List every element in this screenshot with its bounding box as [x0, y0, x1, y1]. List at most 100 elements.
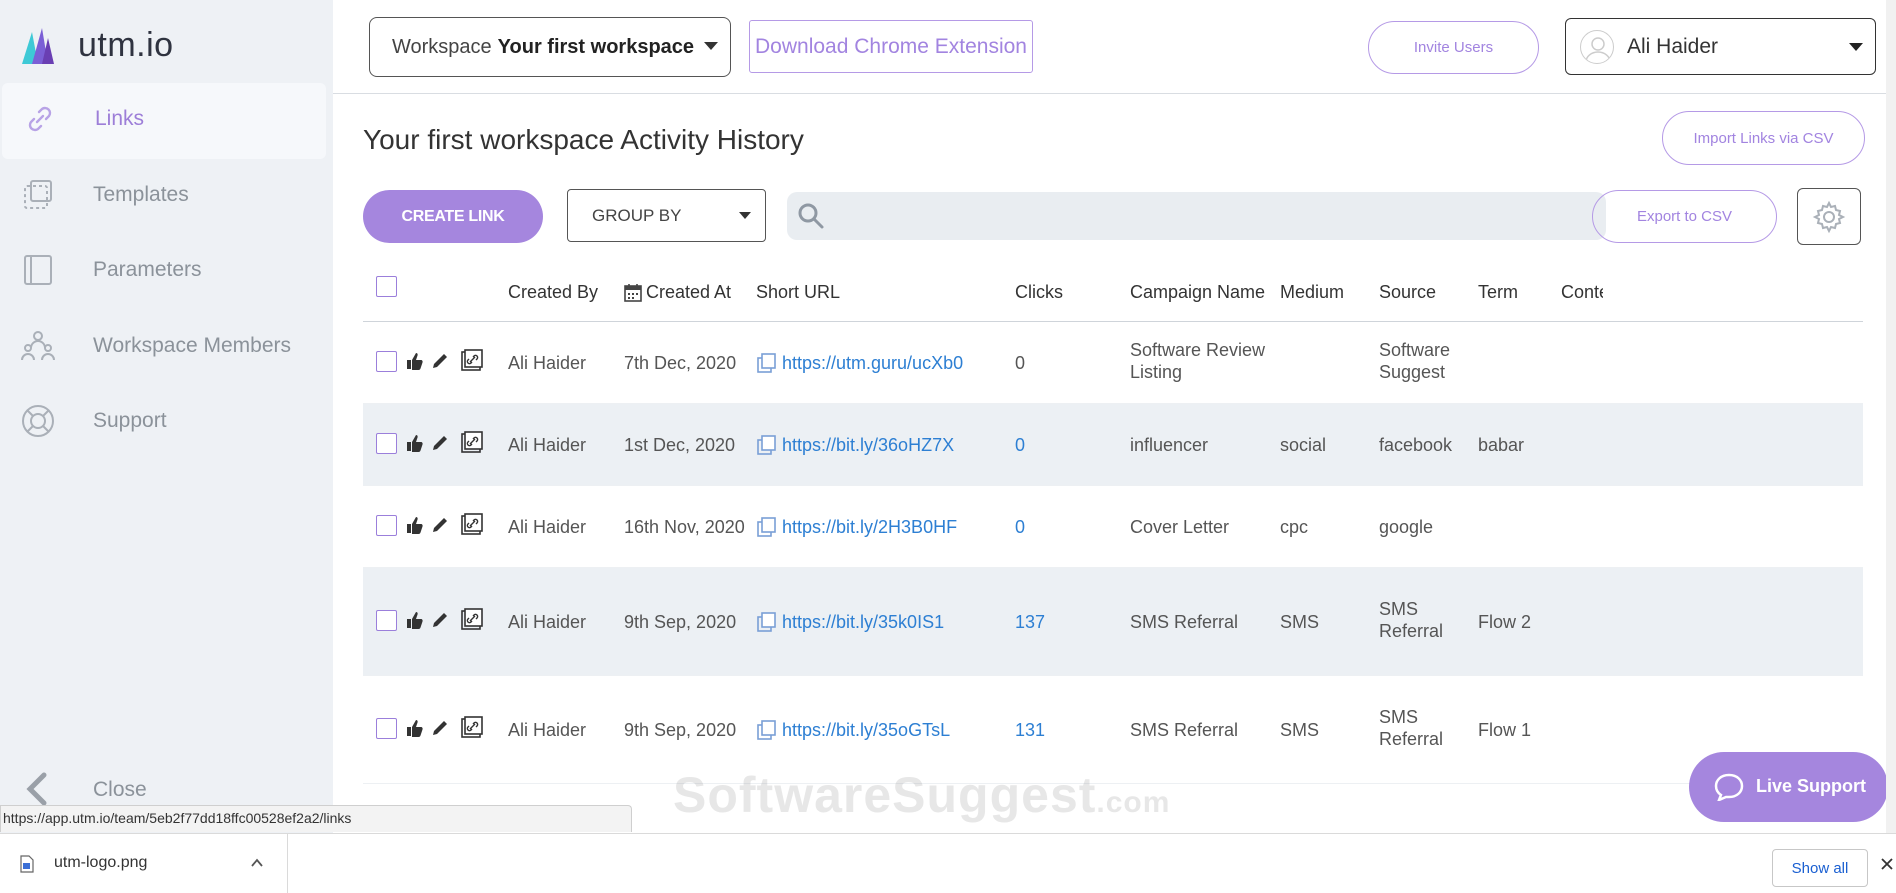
- download-chrome-extension-button[interactable]: Download Chrome Extension: [749, 20, 1033, 73]
- copy-icon[interactable]: [756, 516, 778, 538]
- copy-icon[interactable]: [756, 352, 778, 374]
- file-icon: [20, 855, 34, 873]
- user-avatar-icon: [1585, 37, 1611, 63]
- sidebar-close-button[interactable]: Close: [0, 768, 333, 808]
- link-box-icon[interactable]: [460, 430, 484, 454]
- top-bar: Workspace Your first workspace Download …: [333, 0, 1896, 94]
- medium-cell: SMS: [1280, 612, 1320, 632]
- thumbs-up-icon[interactable]: [405, 718, 425, 738]
- select-all-checkbox[interactable]: [376, 276, 397, 297]
- invite-users-button[interactable]: Invite Users: [1368, 21, 1539, 74]
- created-by-cell: Ali Haider: [508, 353, 587, 373]
- created-by-cell: Ali Haider: [508, 612, 587, 632]
- gear-icon: [1812, 200, 1846, 233]
- import-links-csv-button[interactable]: Import Links via CSV: [1662, 111, 1865, 165]
- short-url-link[interactable]: https://bit.ly/2H3B0HF: [782, 514, 957, 540]
- thumbs-up-icon[interactable]: [405, 351, 425, 371]
- page-scrollbar[interactable]: [1886, 0, 1896, 833]
- clicks-cell[interactable]: 137: [1015, 609, 1045, 635]
- search-icon: [798, 203, 824, 229]
- created-at-cell: 9th Sep, 2020: [624, 612, 737, 632]
- col-source[interactable]: Source: [1379, 282, 1436, 303]
- sidebar-item-label: Links: [95, 107, 145, 130]
- medium-cell: SMS: [1280, 720, 1320, 740]
- download-item[interactable]: utm-logo.png: [0, 834, 288, 893]
- workspace-select[interactable]: Workspace Your first workspace: [369, 17, 731, 77]
- row-checkbox[interactable]: [376, 718, 397, 739]
- sidebar-item-links[interactable]: Links: [2, 83, 326, 159]
- clicks-cell[interactable]: 0: [1015, 514, 1025, 540]
- user-menu[interactable]: Ali Haider: [1565, 18, 1876, 75]
- close-icon[interactable]: [1880, 857, 1894, 871]
- clicks-cell[interactable]: 0: [1015, 432, 1025, 458]
- chevron-up-icon[interactable]: [250, 856, 264, 870]
- medium-cell: social: [1280, 435, 1327, 455]
- support-icon: [22, 405, 54, 437]
- short-url-link[interactable]: https://bit.ly/35k0IS1: [782, 609, 944, 635]
- term-cell: Flow 2: [1478, 612, 1532, 632]
- col-content[interactable]: Conter: [1561, 282, 1603, 303]
- copy-icon[interactable]: [756, 719, 778, 741]
- caret-down-icon: [1849, 43, 1863, 51]
- edit-icon[interactable]: [430, 433, 450, 453]
- chevron-left-icon: [26, 772, 47, 806]
- settings-button[interactable]: [1797, 188, 1861, 245]
- search-box: [787, 192, 1606, 240]
- sidebar-item-label: Parameters: [93, 258, 202, 281]
- clicks-cell: 0: [1015, 353, 1026, 373]
- brand[interactable]: utm.io: [0, 0, 333, 90]
- download-bar: utm-logo.png Show all: [0, 833, 1896, 893]
- user-name: Ali Haider: [1627, 35, 1719, 58]
- show-all-downloads-button[interactable]: Show all: [1772, 849, 1868, 887]
- sidebar-item-label: Workspace Members: [93, 334, 292, 357]
- sidebar-item-parameters[interactable]: Parameters: [0, 234, 326, 310]
- col-term[interactable]: Term: [1478, 282, 1518, 303]
- edit-icon[interactable]: [430, 610, 450, 630]
- copy-icon[interactable]: [756, 434, 778, 456]
- brand-name: utm.io: [78, 26, 174, 64]
- link-box-icon[interactable]: [460, 607, 484, 631]
- link-box-icon[interactable]: [460, 348, 484, 372]
- sidebar-item-workspace-members[interactable]: Workspace Members: [0, 310, 326, 386]
- table-body: Ali Haider 7th Dec, 2020 https://utm.guru/…: [363, 322, 1863, 784]
- workspace-name: Your first workspace: [497, 35, 695, 58]
- row-checkbox[interactable]: [376, 351, 397, 372]
- col-medium[interactable]: Medium: [1280, 282, 1344, 303]
- watermark-text: SoftwareSuggest: [673, 767, 1097, 823]
- col-created-at[interactable]: Created At: [646, 282, 731, 303]
- group-by-select[interactable]: GROUP BY: [567, 189, 766, 242]
- col-clicks[interactable]: Clicks: [1015, 282, 1063, 303]
- edit-icon[interactable]: [430, 351, 450, 371]
- col-campaign-name[interactable]: Campaign Name: [1130, 282, 1265, 303]
- row-checkbox[interactable]: [376, 610, 397, 631]
- short-url-link[interactable]: https://bit.ly/35oGTsL: [782, 717, 950, 743]
- table-row: Ali Haider 16th Nov, 2020 https://bit.ly/2…: [363, 486, 1863, 568]
- short-url-link[interactable]: https://utm.guru/ucXb0: [782, 350, 963, 376]
- sidebar-close-label: Close: [93, 778, 147, 801]
- export-csv-button[interactable]: Export to CSV: [1592, 190, 1777, 243]
- edit-icon[interactable]: [430, 718, 450, 738]
- row-checkbox[interactable]: [376, 433, 397, 454]
- link-box-icon[interactable]: [460, 715, 484, 739]
- thumbs-up-icon[interactable]: [405, 515, 425, 535]
- thumbs-up-icon[interactable]: [405, 433, 425, 453]
- copy-icon[interactable]: [756, 611, 778, 633]
- col-short-url[interactable]: Short URL: [756, 282, 840, 303]
- live-support-button[interactable]: Live Support: [1689, 752, 1888, 822]
- edit-icon[interactable]: [430, 515, 450, 535]
- thumbs-up-icon[interactable]: [405, 610, 425, 630]
- create-link-button[interactable]: CREATE LINK: [363, 190, 543, 243]
- sidebar-item-templates[interactable]: Templates: [0, 159, 326, 235]
- col-created-by[interactable]: Created By: [508, 282, 598, 303]
- row-checkbox[interactable]: [376, 515, 397, 536]
- short-url-link[interactable]: https://bit.ly/36oHZ7X: [782, 432, 954, 458]
- templates-icon: [24, 180, 52, 209]
- link-box-icon[interactable]: [460, 512, 484, 536]
- group-by-label: GROUP BY: [592, 205, 682, 225]
- clicks-cell[interactable]: 131: [1015, 717, 1045, 743]
- source-cell: google: [1379, 517, 1434, 537]
- table-row: Ali Haider 9th Sep, 2020 https://bit.ly/35…: [363, 568, 1863, 676]
- search-input[interactable]: [835, 192, 1595, 240]
- sidebar-item-support[interactable]: Support: [0, 385, 326, 461]
- links-table: Created By Created At Short URL Clicks C…: [363, 262, 1863, 784]
